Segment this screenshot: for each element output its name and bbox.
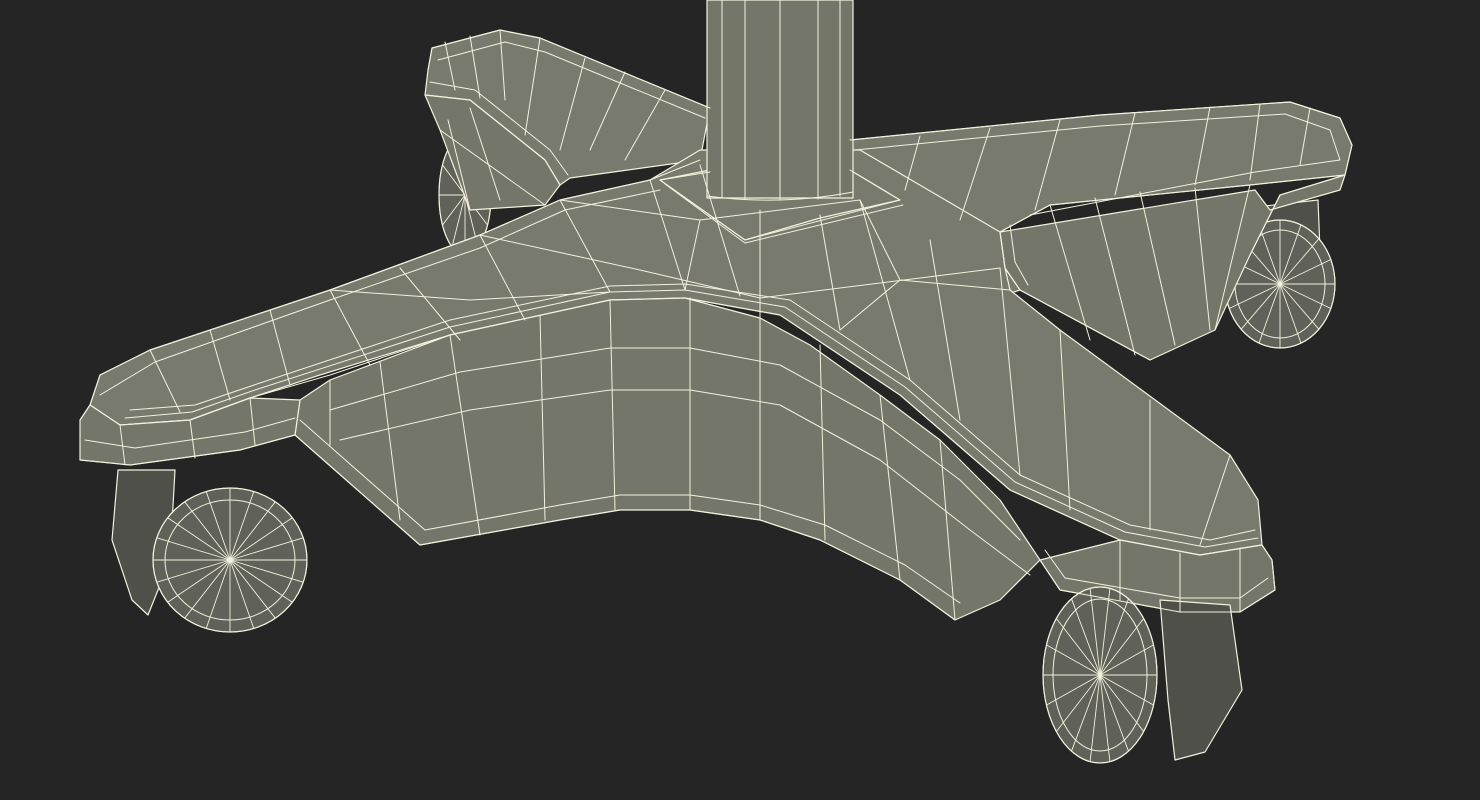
wireframe-scene [0, 0, 1480, 800]
